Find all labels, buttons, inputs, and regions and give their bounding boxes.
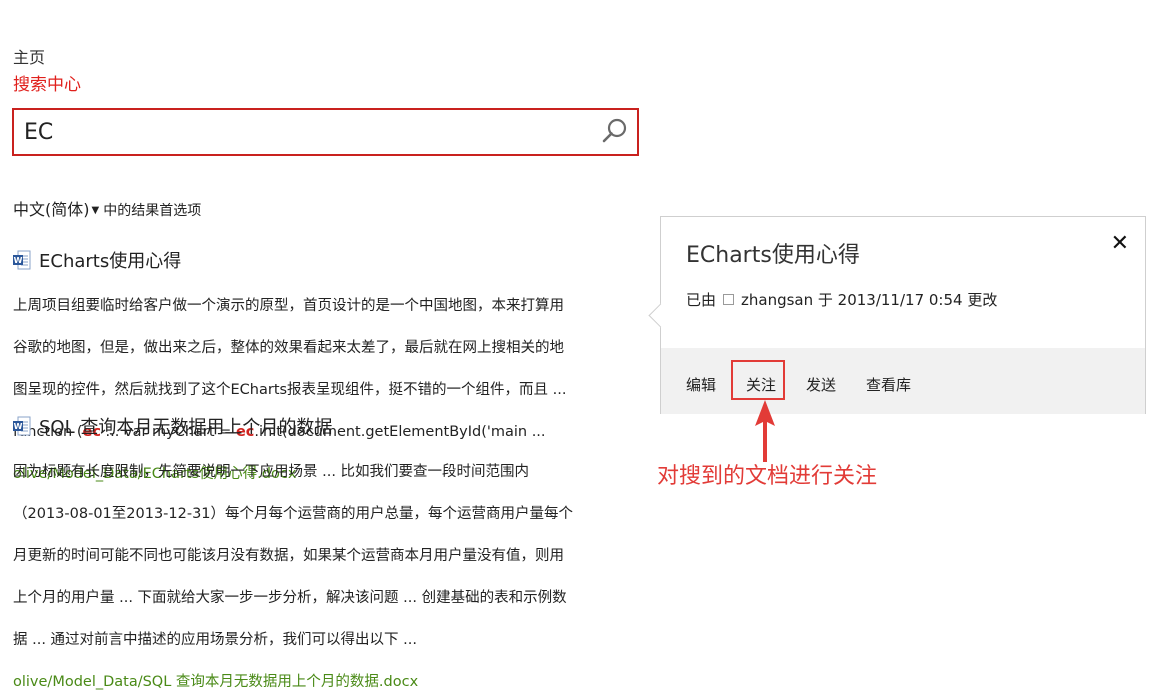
language-dropdown[interactable]: 中文(简体) ▼ <box>13 200 99 219</box>
meta-user: zhangsan 于 2013/11/17 0:54 更改 <box>741 291 998 309</box>
snippet-line: 图呈现的控件，然后就找到了这个ECharts报表呈现组件，挺不错的一个组件，而且… <box>13 382 567 398</box>
callout-actions: 编辑 关注 发送 查看库 <box>661 348 1145 414</box>
view-library-button[interactable]: 查看库 <box>866 374 911 395</box>
callout-title: ECharts使用心得 <box>686 243 860 268</box>
meta-prefix: 已由 <box>686 291 717 309</box>
snippet-line: 据 ... 通过对前言中描述的应用场景分析，我们可以得出以下 ... <box>13 632 417 648</box>
word-doc-icon: W <box>13 250 31 270</box>
chevron-down-icon: ▼ <box>91 205 100 216</box>
result-preview-callout: ECharts使用心得 ✕ 已由 zhangsan 于 2013/11/17 0… <box>648 216 1146 414</box>
svg-text:W: W <box>14 422 23 431</box>
language-preference: 中文(简体) ▼ 中的结果首选项 <box>13 196 201 220</box>
snippet-line: （2013-08-01至2013-12-31）每个月每个运营商的用户总量，每个运… <box>13 506 574 522</box>
result-snippet: 因为标题有长度限制，先简要说明一下应用场景 ... 比如我们要查一段时间范围内 … <box>13 441 638 672</box>
search-box <box>12 108 639 156</box>
send-button[interactable]: 发送 <box>806 374 836 395</box>
snippet-line: 因为标题有长度限制，先简要说明一下应用场景 ... 比如我们要查一段时间范围内 <box>13 464 530 480</box>
snippet-line: 上周项目组要临时给客户做一个演示的原型，首页设计的是一个中国地图，本来打算用 <box>13 298 564 314</box>
result-url-link[interactable]: olive/Model_Data/SQL 查询本月无数据用上个月的数据.docx <box>13 672 638 693</box>
language-selected: 中文(简体) <box>13 200 90 219</box>
svg-text:W: W <box>14 256 23 265</box>
snippet-line: 谷歌的地图，但是，做出来之后，整体的效果看起来太差了，最后就在网上搜相关的地 <box>13 340 564 356</box>
follow-highlight-box <box>731 360 785 400</box>
word-doc-icon: W <box>13 416 31 436</box>
language-suffix: 中的结果首选项 <box>103 203 202 219</box>
snippet-line: 月更新的时间可能不同也可能该月没有数据，如果某个运营商本月用户量没有值，则用 <box>13 548 564 564</box>
callout-meta: 已由 zhangsan 于 2013/11/17 0:54 更改 <box>686 289 997 310</box>
result-title-link[interactable]: SQL 查询本月无数据用上个月的数据 <box>39 413 332 439</box>
search-icon[interactable] <box>601 117 629 145</box>
result-item: W SQL 查询本月无数据用上个月的数据 因为标题有长度限制，先简要说明一下应用… <box>13 414 638 693</box>
edit-button[interactable]: 编辑 <box>686 374 716 395</box>
breadcrumb-home[interactable]: 主页 <box>13 44 45 68</box>
close-icon[interactable]: ✕ <box>1111 231 1129 256</box>
result-title-link[interactable]: ECharts使用心得 <box>39 247 181 273</box>
search-input[interactable] <box>24 116 584 148</box>
annotation-text: 对搜到的文档进行关注 <box>657 464 878 489</box>
callout-pointer <box>648 303 673 328</box>
snippet-line: 上个月的用户量 ... 下面就给大家一步一步分析，解决该问题 ... 创建基础的… <box>13 590 567 606</box>
user-presence-icon <box>723 294 735 305</box>
page-title: 搜索中心 <box>13 75 81 95</box>
